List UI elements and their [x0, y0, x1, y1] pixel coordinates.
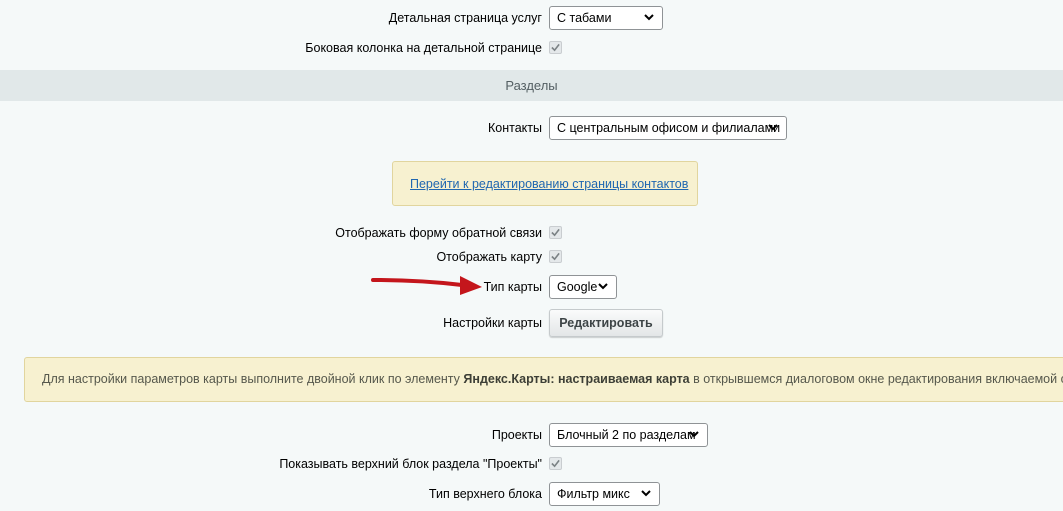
section-header: Разделы [0, 70, 1063, 101]
map-hint-text-after: в открывшемся диалоговом окне редактиров… [693, 372, 1063, 386]
top-block-type-select-value: Фильтр микс [557, 487, 630, 501]
checkmark-icon [551, 228, 560, 237]
detail-page-select[interactable]: С табами [549, 6, 663, 30]
detail-page-label: Детальная страница услуг [388, 11, 542, 25]
feedback-form-checkbox[interactable] [549, 226, 562, 239]
top-block-type-select[interactable]: Фильтр микс [549, 482, 660, 506]
top-block-type-label: Тип верхнего блока [428, 487, 542, 501]
chevron-down-icon [644, 14, 654, 21]
contacts-label: Контакты [488, 121, 542, 135]
edit-map-button[interactable]: Редактировать [549, 309, 663, 337]
contacts-select-value: С центральным офисом и филиалами [557, 121, 781, 135]
sidebar-column-checkbox[interactable] [549, 41, 562, 54]
sidebar-column-label: Боковая колонка на детальной странице [305, 41, 542, 55]
map-hint-note: Для настройки параметров карты выполните… [24, 357, 1063, 402]
show-map-checkbox[interactable] [549, 250, 562, 263]
map-settings-label: Настройки карты [443, 316, 542, 330]
map-type-select[interactable]: Google [549, 275, 617, 299]
chevron-down-icon [598, 283, 608, 290]
map-hint-text-before: Для настройки параметров карты выполните… [42, 372, 464, 386]
projects-select[interactable]: Блочный 2 по разделам [549, 423, 708, 447]
checkmark-icon [551, 252, 560, 261]
feedback-form-label: Отображать форму обратной связи [335, 226, 542, 240]
projects-select-value: Блочный 2 по разделам [557, 428, 696, 442]
contacts-select[interactable]: С центральным офисом и филиалами [549, 116, 787, 140]
projects-top-block-label: Показывать верхний блок раздела "Проекты… [279, 457, 542, 471]
projects-top-block-checkbox[interactable] [549, 457, 562, 470]
map-type-label: Тип карты [483, 280, 542, 294]
projects-label: Проекты [491, 428, 542, 442]
red-arrow-icon [371, 276, 482, 295]
edit-contacts-note: Перейти к редактированию страницы контак… [392, 161, 698, 206]
chevron-down-icon [689, 431, 699, 438]
checkmark-icon [551, 43, 560, 52]
chevron-down-icon [641, 490, 651, 497]
checkmark-icon [551, 459, 560, 468]
show-map-label: Отображать карту [436, 250, 542, 264]
map-type-select-value: Google [557, 280, 598, 294]
map-hint-element-name: Яндекс.Карты: настраиваемая карта [463, 372, 690, 386]
edit-contacts-link[interactable]: Перейти к редактированию страницы контак… [410, 177, 688, 191]
detail-page-select-value: С табами [557, 11, 612, 25]
chevron-down-icon [768, 124, 778, 131]
